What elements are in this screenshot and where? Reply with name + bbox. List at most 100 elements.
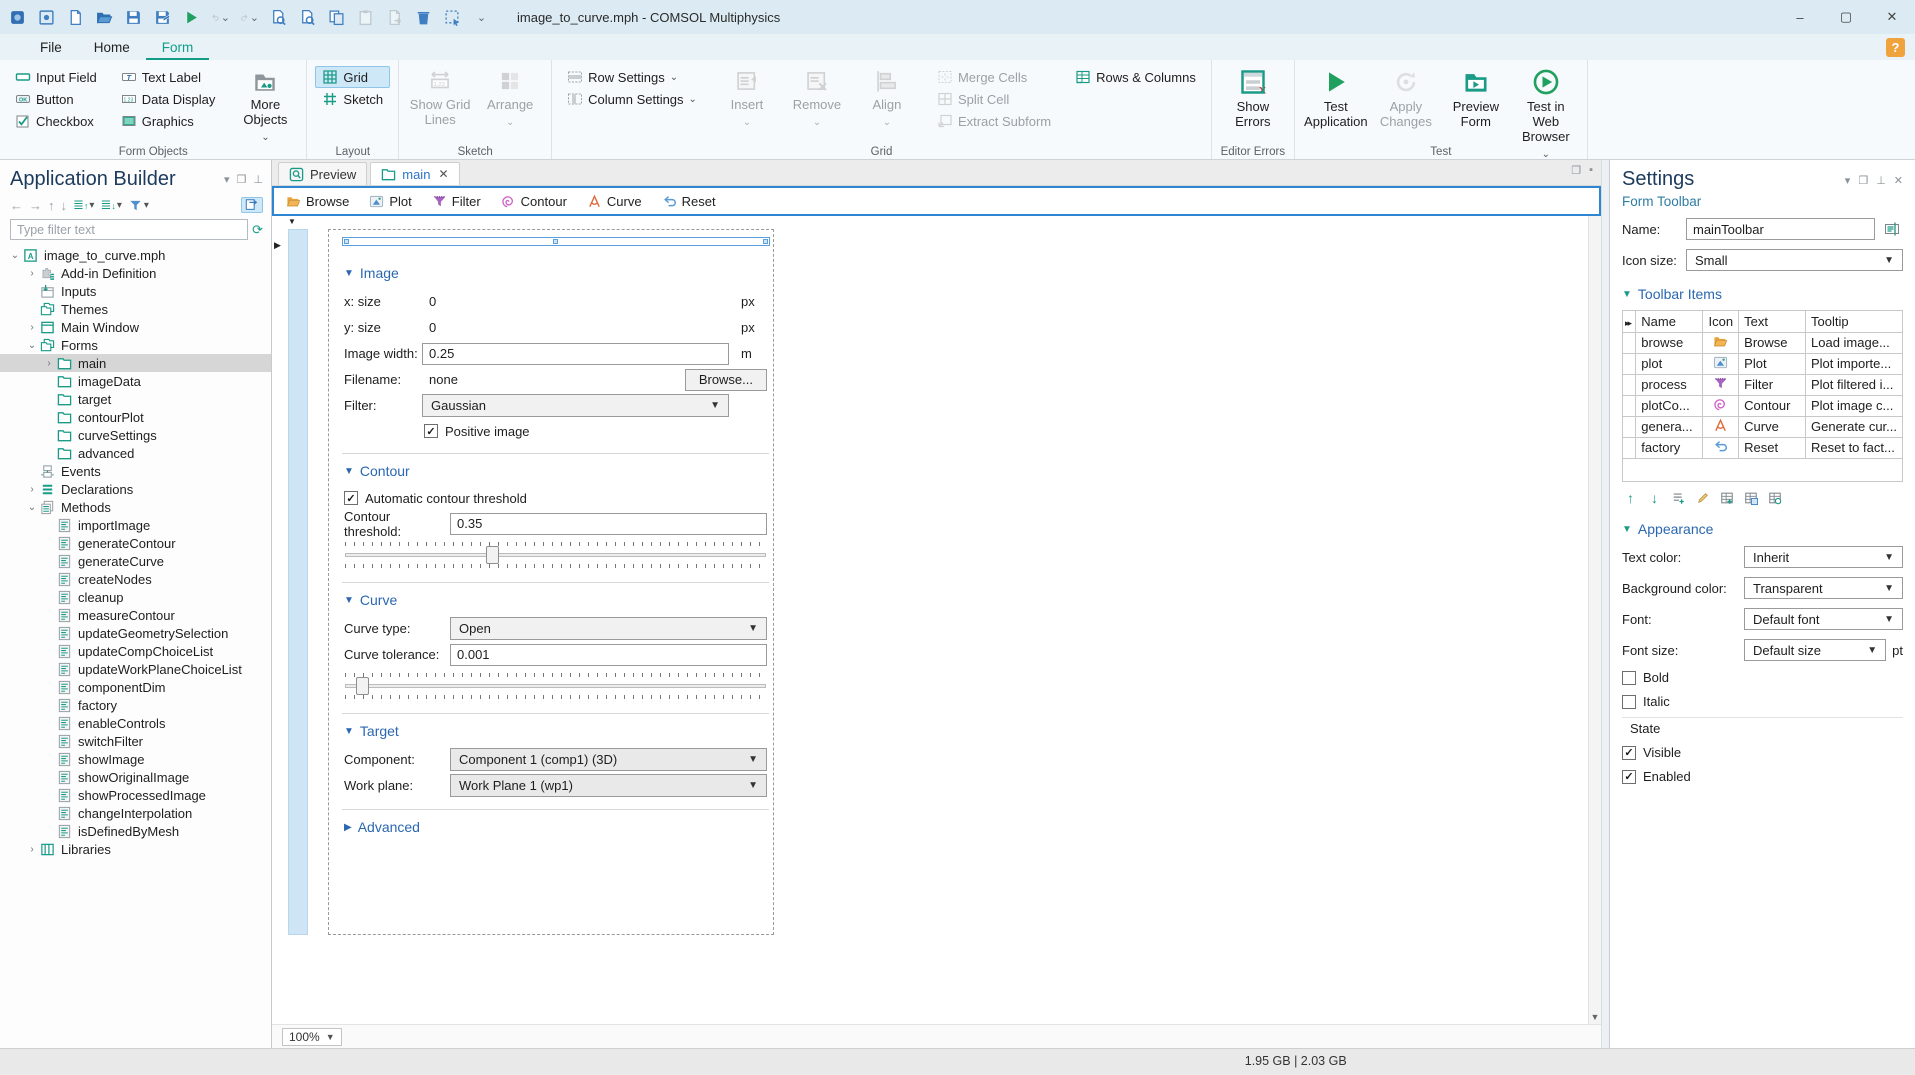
item-tooltip-cell[interactable]: Generate cur... xyxy=(1805,415,1902,438)
slider-track[interactable] xyxy=(345,553,766,557)
run-icon[interactable] xyxy=(182,8,201,27)
ribbon-button-button[interactable]: OK Button xyxy=(8,88,104,110)
filter-select[interactable]: Gaussian ▼ xyxy=(422,394,729,417)
ribbon-button-text-label[interactable]: T Text Label xyxy=(114,66,223,88)
toolbar-item-row[interactable]: genera... Curve Generate cur... xyxy=(1623,415,1902,438)
form-toolbar-button-plot[interactable]: Plot xyxy=(369,194,412,209)
item-name-cell[interactable]: plot xyxy=(1635,352,1704,375)
close-tab-icon[interactable]: ✕ xyxy=(438,167,448,181)
toolbar-items-header[interactable]: ▼ Toolbar Items xyxy=(1622,286,1903,302)
curve-type-select[interactable]: Open ▼ xyxy=(450,617,767,640)
item-name-cell[interactable]: process xyxy=(1635,373,1704,396)
tree-item-Forms[interactable]: ⌄ Forms xyxy=(0,336,271,354)
add-separator-icon[interactable] xyxy=(1718,489,1735,506)
slider-handle[interactable] xyxy=(486,546,500,564)
tree-item-Add-in-Definition[interactable]: › Add-in Definition xyxy=(0,264,271,282)
filter-tree-icon[interactable]: ▾ xyxy=(128,198,149,213)
vertical-scrollbar[interactable]: ▼ xyxy=(1588,216,1601,1024)
item-tooltip-cell[interactable]: Plot filtered i... xyxy=(1805,373,1902,396)
column-header-text[interactable]: Text xyxy=(1738,311,1806,333)
tree-item-Methods[interactable]: ⌄ Methods xyxy=(0,498,271,516)
font-select[interactable]: Default font ▼ xyxy=(1744,608,1903,630)
font-size-select[interactable]: Default size ▼ xyxy=(1744,639,1887,661)
item-icon-cell[interactable] xyxy=(1702,415,1740,438)
tree-item-curveSettings[interactable]: curveSettings xyxy=(0,426,271,444)
ribbon-button-sketch[interactable]: Sketch xyxy=(315,88,390,110)
ribbon-button-grid[interactable]: Grid xyxy=(315,66,391,88)
tree-item-generateCurve[interactable]: generateCurve xyxy=(0,552,271,570)
item-text-cell[interactable]: Browse xyxy=(1738,331,1806,354)
collapse-arrow-icon[interactable]: ⌄ xyxy=(25,340,39,351)
menu-tab-form[interactable]: Form xyxy=(145,37,210,60)
item-icon-cell[interactable] xyxy=(1702,352,1740,375)
paste-icon[interactable] xyxy=(356,8,375,27)
ribbon-button-show-errors[interactable]: x Show Errors xyxy=(1220,66,1286,138)
tree-item-Main-Window[interactable]: › Main Window xyxy=(0,318,271,336)
section-image-header[interactable]: ▼ Image xyxy=(344,258,767,288)
save-icon[interactable] xyxy=(124,8,143,27)
tree-item-factory[interactable]: factory xyxy=(0,696,271,714)
tree-filter-input[interactable] xyxy=(10,219,249,240)
add-item-icon[interactable] xyxy=(1670,489,1687,506)
tree-item-image-to-curve-mph[interactable]: ⌄ Aimage_to_curve.mph xyxy=(0,246,271,264)
tree-item-generateContour[interactable]: generateContour xyxy=(0,534,271,552)
tree-item-measureContour[interactable]: measureContour xyxy=(0,606,271,624)
panel-menu-icon[interactable]: ▾ xyxy=(1845,174,1851,187)
new-icon[interactable] xyxy=(66,8,85,27)
tree-item-target[interactable]: target xyxy=(0,390,271,408)
form-toolbar-button-contour[interactable]: Contour xyxy=(501,194,567,209)
tree-item-isDefinedByMesh[interactable]: isDefinedByMesh xyxy=(0,822,271,840)
ribbon-button-checkbox[interactable]: Checkbox xyxy=(8,110,104,132)
rename-icon[interactable] xyxy=(1881,218,1903,240)
tree-item-Libraries[interactable]: › Libraries xyxy=(0,840,271,858)
item-text-cell[interactable]: Contour xyxy=(1738,394,1806,417)
tree-item-enableControls[interactable]: enableControls xyxy=(0,714,271,732)
item-tooltip-cell[interactable]: Plot importe... xyxy=(1805,352,1902,375)
item-text-cell[interactable]: Plot xyxy=(1738,352,1806,375)
item-name-cell[interactable]: plotCo... xyxy=(1635,394,1704,417)
toolbar-item-row[interactable]: process Filter Plot filtered i... xyxy=(1623,373,1902,396)
search-doc-icon[interactable] xyxy=(269,8,288,27)
enabled-checkbox[interactable] xyxy=(1622,769,1636,784)
item-icon-cell[interactable] xyxy=(1702,331,1740,354)
open-icon[interactable] xyxy=(95,8,114,27)
slider-track[interactable] xyxy=(345,684,766,688)
zoom-control[interactable]: 100% ▼ xyxy=(282,1027,342,1046)
form-toolbar-button-filter[interactable]: Filter xyxy=(432,194,481,209)
slider-handle[interactable] xyxy=(355,677,369,695)
add-toggle-icon[interactable] xyxy=(1742,489,1759,506)
item-tooltip-cell[interactable]: Load image... xyxy=(1805,331,1902,354)
toolbar-item-row[interactable]: factory Reset Reset to fact... xyxy=(1623,436,1902,459)
expand-arrow-icon[interactable]: › xyxy=(25,322,39,333)
tree-item-Inputs[interactable]: Inputs xyxy=(0,282,271,300)
tree-item-updateGeometrySelection[interactable]: updateGeometrySelection xyxy=(0,624,271,642)
toolbar-item-row[interactable]: plotCo... Contour Plot image c... xyxy=(1623,394,1902,417)
row-selector-gutter[interactable] xyxy=(288,229,308,935)
scroll-down-icon[interactable]: ▼ xyxy=(1589,1012,1601,1022)
name-input[interactable]: mainToolbar xyxy=(1686,218,1875,240)
item-name-cell[interactable]: factory xyxy=(1635,436,1704,459)
panel-pin-icon[interactable]: ⊥ xyxy=(253,173,263,186)
tree-item-createNodes[interactable]: createNodes xyxy=(0,570,271,588)
expand-arrow-icon[interactable]: › xyxy=(25,484,39,495)
section-curve-header[interactable]: ▼ Curve xyxy=(344,585,767,615)
ribbon-button-graphics[interactable]: Graphics xyxy=(114,110,223,132)
panel-pin-icon[interactable]: ⊥ xyxy=(1876,174,1886,187)
redo-icon[interactable]: ⌄ xyxy=(240,8,259,27)
forward-arrow-icon[interactable]: → xyxy=(29,198,42,213)
panel-close-icon[interactable]: ✕ xyxy=(1894,174,1903,187)
copy-icon[interactable] xyxy=(327,8,346,27)
tree-item-showOriginalImage[interactable]: showOriginalImage xyxy=(0,768,271,786)
tree-item-main[interactable]: › main xyxy=(0,354,271,372)
panel-float-icon[interactable]: ❐ xyxy=(237,173,247,186)
search-doc2-icon[interactable] xyxy=(298,8,317,27)
goto-node-icon[interactable] xyxy=(241,197,263,213)
tree-item-updateCompChoiceList[interactable]: updateCompChoiceList xyxy=(0,642,271,660)
item-tooltip-cell[interactable]: Reset to fact... xyxy=(1805,436,1902,459)
editor-tab-main[interactable]: main ✕ xyxy=(370,162,460,185)
thumbnail-icon[interactable] xyxy=(37,8,56,27)
item-icon-cell[interactable] xyxy=(1702,436,1740,459)
positive-image-checkbox[interactable] xyxy=(424,424,438,438)
select-icon[interactable] xyxy=(443,8,462,27)
help-button[interactable]: ? xyxy=(1886,38,1905,57)
